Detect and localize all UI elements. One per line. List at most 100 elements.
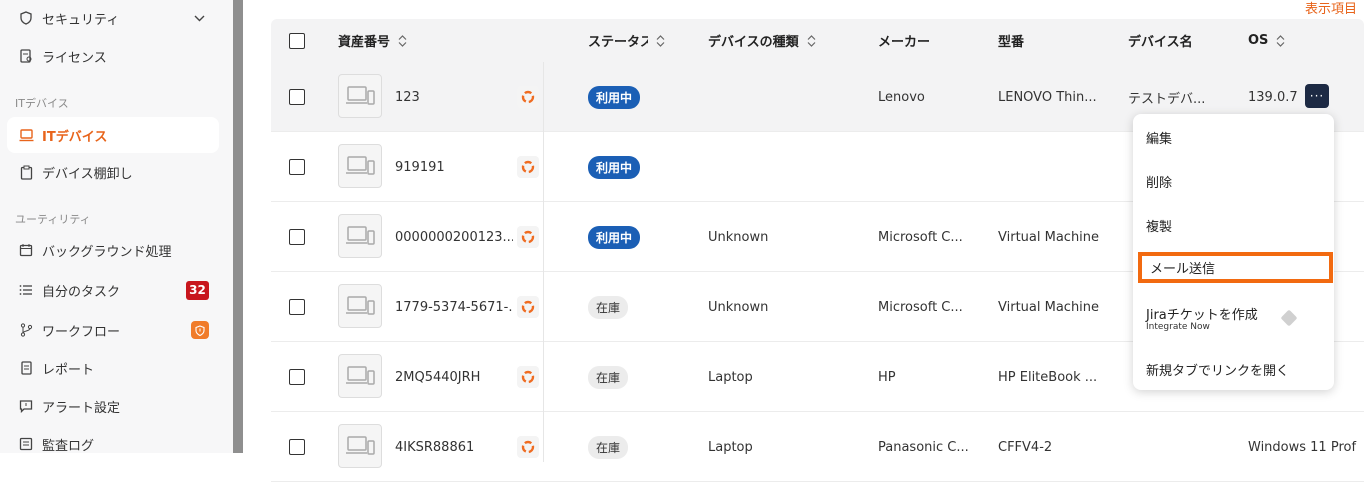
sidebar-item-my-tasks[interactable]: 自分のタスク 32 bbox=[7, 272, 219, 308]
sync-source-icon bbox=[517, 156, 539, 178]
device-thumbnail-icon bbox=[338, 214, 382, 258]
sidebar-item-label: アラート設定 bbox=[42, 400, 121, 416]
cell-model: Virtual Machine bbox=[998, 229, 1100, 245]
select-all-checkbox[interactable] bbox=[289, 32, 305, 49]
sidebar-scrollbar[interactable] bbox=[233, 0, 243, 453]
sort-icon[interactable] bbox=[1276, 34, 1285, 47]
menu-item-delete[interactable]: 削除 bbox=[1146, 172, 1172, 191]
asset-number[interactable]: 919191 bbox=[395, 132, 513, 202]
cell-type: Laptop bbox=[708, 439, 753, 455]
asset-number[interactable]: 4IKSR88861 bbox=[395, 412, 513, 482]
row-context-menu: 編集 削除 複製 メール送信 Jiraチケットを作成 Integrate Now… bbox=[1133, 114, 1334, 390]
jira-integrate-label: Integrate Now bbox=[1146, 322, 1210, 332]
sidebar-item-audit-log[interactable]: 監査ログ bbox=[7, 426, 219, 462]
log-icon bbox=[18, 436, 34, 452]
status-badge: 在庫 bbox=[588, 365, 629, 389]
section-label-utility: ユーティリティ bbox=[15, 213, 91, 226]
column-label: デバイス名 bbox=[1128, 35, 1193, 50]
cell-type: Unknown bbox=[708, 299, 769, 315]
sidebar-item-label: セキュリティ bbox=[42, 12, 120, 28]
status-badge: 利用中 bbox=[588, 155, 641, 179]
row-checkbox[interactable] bbox=[289, 369, 305, 385]
column-header-asset[interactable]: 資産番号 bbox=[338, 19, 407, 62]
sort-icon[interactable] bbox=[398, 34, 407, 47]
license-icon bbox=[18, 48, 34, 64]
sidebar-item-background-jobs[interactable]: バックグラウンド処理 bbox=[7, 232, 219, 268]
cell-model: HP EliteBook ... bbox=[998, 369, 1098, 385]
chevron-down-icon[interactable] bbox=[194, 12, 205, 25]
sort-icon[interactable] bbox=[807, 34, 816, 47]
calendar-icon bbox=[18, 242, 34, 258]
list-icon bbox=[18, 282, 34, 298]
sync-source-icon bbox=[517, 296, 539, 318]
sidebar-item-alert-settings[interactable]: アラート設定 bbox=[7, 388, 219, 424]
asset-number[interactable]: 1779-5374-5671-... bbox=[395, 272, 513, 342]
column-header-os[interactable]: OS bbox=[1248, 19, 1285, 62]
display-columns-link[interactable]: 表示項目 bbox=[1305, 0, 1357, 17]
device-thumbnail-icon bbox=[338, 354, 382, 398]
cell-maker: Microsoft C... bbox=[878, 299, 963, 315]
cell-model: Virtual Machine bbox=[998, 299, 1100, 315]
sidebar-item-label: 監査ログ bbox=[42, 438, 95, 454]
sidebar-item-it-devices[interactable]: ITデバイス bbox=[7, 117, 219, 153]
column-header-status[interactable]: ステータス bbox=[588, 19, 674, 62]
column-label: OS bbox=[1248, 33, 1269, 48]
column-header-device-type[interactable]: デバイスの種類 bbox=[708, 19, 816, 62]
row-checkbox[interactable] bbox=[289, 229, 305, 245]
sidebar-item-workflow[interactable]: ワークフロー bbox=[7, 312, 219, 348]
cell-maker: Microsoft C... bbox=[878, 229, 963, 245]
column-header-maker[interactable]: メーカー bbox=[878, 19, 930, 62]
column-divider bbox=[543, 62, 544, 462]
report-icon bbox=[18, 360, 34, 376]
menu-item-edit[interactable]: 編集 bbox=[1146, 128, 1172, 147]
table-row[interactable]: 4IKSR88861 在庫 Laptop Panasonic C... CFFV4-2 W… bbox=[271, 412, 1364, 482]
device-thumbnail-icon bbox=[338, 284, 382, 328]
column-label: 資産番号 bbox=[338, 35, 391, 50]
asset-number[interactable]: 2MQ5440JRH bbox=[395, 342, 513, 412]
column-label: 型番 bbox=[998, 35, 1025, 50]
menu-item-open-new-tab[interactable]: 新規タブでリンクを開く bbox=[1146, 360, 1289, 379]
asset-number[interactable]: 123 bbox=[395, 62, 513, 132]
status-badge: 利用中 bbox=[588, 225, 641, 249]
task-count-badge: 32 bbox=[186, 280, 209, 300]
status-badge: 利用中 bbox=[588, 85, 641, 109]
column-label: デバイスの種類 bbox=[708, 35, 799, 50]
branch-icon bbox=[18, 322, 34, 338]
menu-item-create-jira-ticket[interactable]: Jiraチケットを作成 bbox=[1146, 304, 1258, 323]
sidebar-item-license[interactable]: ライセンス bbox=[7, 38, 219, 74]
clipboard-icon bbox=[18, 164, 34, 180]
cell-type: Unknown bbox=[708, 229, 769, 245]
workflow-alert-badge-icon bbox=[191, 321, 209, 339]
sidebar-item-label: 自分のタスク bbox=[42, 284, 121, 300]
status-badge: 在庫 bbox=[588, 435, 629, 459]
sidebar-item-device-inventory[interactable]: デバイス棚卸し bbox=[7, 154, 219, 190]
row-checkbox[interactable] bbox=[289, 159, 305, 175]
sidebar-item-security[interactable]: セキュリティ bbox=[7, 0, 219, 36]
cell-maker: HP bbox=[878, 369, 896, 385]
cell-maker: Panasonic C... bbox=[878, 439, 969, 455]
row-checkbox[interactable] bbox=[289, 89, 305, 105]
asset-number[interactable]: 0000000200123... bbox=[395, 202, 513, 272]
menu-item-duplicate[interactable]: 複製 bbox=[1146, 216, 1172, 235]
device-thumbnail-icon bbox=[338, 424, 382, 468]
cell-maker: Lenovo bbox=[878, 89, 925, 105]
sidebar-item-report[interactable]: レポート bbox=[7, 350, 219, 386]
sidebar-item-label: ライセンス bbox=[42, 50, 107, 66]
device-thumbnail-icon bbox=[338, 144, 382, 188]
cell-model: LENOVO Thin... bbox=[998, 89, 1097, 105]
column-label: ステータス bbox=[588, 35, 648, 50]
sync-source-icon bbox=[517, 436, 539, 458]
jira-diamond-icon bbox=[1280, 309, 1298, 327]
column-header-device-name[interactable]: デバイス名 bbox=[1128, 19, 1193, 62]
sort-icon[interactable] bbox=[656, 34, 665, 47]
row-more-button[interactable]: ··· bbox=[1305, 84, 1329, 108]
sidebar-item-label: ITデバイス bbox=[42, 129, 108, 145]
laptop-icon bbox=[18, 127, 34, 143]
cell-name bbox=[1128, 412, 1213, 482]
column-header-model[interactable]: 型番 bbox=[998, 19, 1024, 62]
row-checkbox[interactable] bbox=[289, 299, 305, 315]
menu-item-send-email[interactable]: メール送信 bbox=[1138, 252, 1333, 283]
sidebar-item-label: バックグラウンド処理 bbox=[42, 244, 172, 260]
message-icon bbox=[18, 398, 34, 414]
table-header: 資産番号 ステータス デバイスの種類 メーカー 型番 デバイス名 OS bbox=[271, 19, 1364, 62]
